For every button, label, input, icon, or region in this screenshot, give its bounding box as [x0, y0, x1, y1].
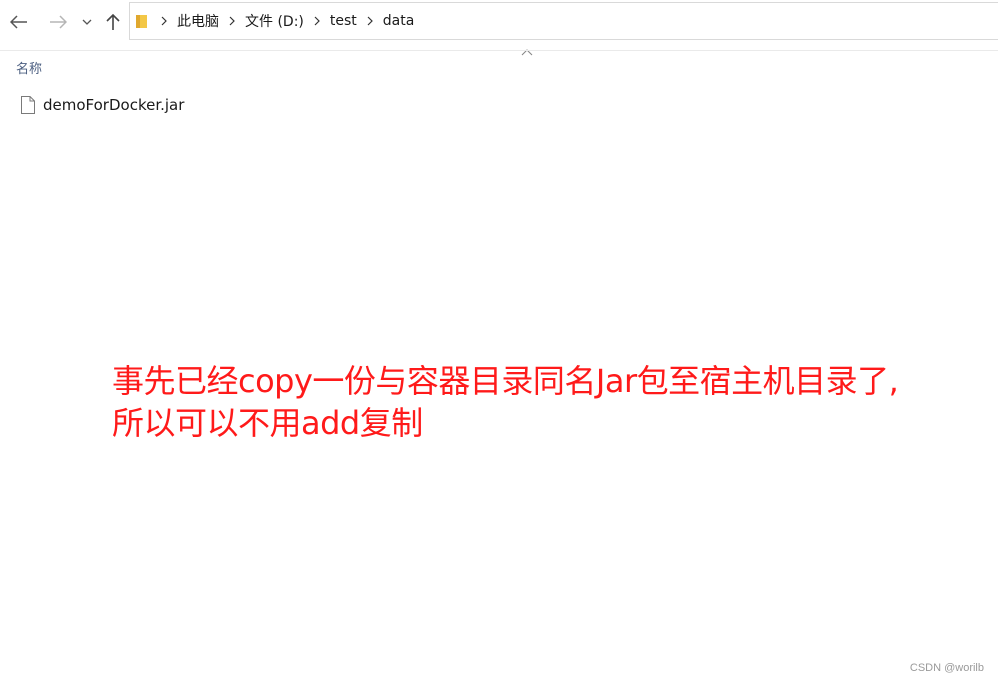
- column-header-name[interactable]: 名称: [16, 58, 42, 77]
- annotation-text: 事先已经copy一份与容器目录同名Jar包至宿主机目录了, 所以可以不用add复…: [112, 360, 972, 444]
- up-button[interactable]: [104, 10, 122, 34]
- chevron-right-icon[interactable]: [310, 16, 324, 26]
- back-button[interactable]: [8, 10, 30, 34]
- file-icon: [21, 96, 35, 114]
- annotation-line-1: 事先已经copy一份与容器目录同名Jar包至宿主机目录了,: [112, 362, 899, 400]
- chevron-right-icon[interactable]: [363, 16, 377, 26]
- file-item[interactable]: demoForDocker.jar: [16, 93, 184, 117]
- breadcrumb-this-pc[interactable]: 此电脑: [177, 11, 219, 31]
- forward-button[interactable]: [47, 10, 69, 34]
- recent-locations-button[interactable]: [80, 10, 94, 34]
- navigation-bar: 此电脑 文件 (D:) test data: [0, 0, 998, 44]
- chevron-down-icon: [82, 19, 92, 25]
- file-explorer-window: 此电脑 文件 (D:) test data 名称 demoForDocker.j…: [0, 0, 998, 682]
- annotation-line-2: 所以可以不用add复制: [112, 404, 423, 442]
- breadcrumb-drive-d[interactable]: 文件 (D:): [245, 11, 304, 31]
- folder-icon: [135, 13, 151, 29]
- chevron-right-icon[interactable]: [225, 16, 239, 26]
- column-divider: [0, 50, 998, 51]
- arrow-right-icon: [50, 15, 67, 29]
- chevron-right-icon[interactable]: [157, 16, 171, 26]
- address-bar[interactable]: 此电脑 文件 (D:) test data: [129, 2, 998, 40]
- arrow-left-icon: [10, 15, 27, 29]
- breadcrumb-test[interactable]: test: [330, 13, 357, 29]
- arrow-up-icon: [106, 13, 120, 30]
- watermark: CSDN @worilb: [909, 662, 984, 674]
- file-name: demoForDocker.jar: [43, 96, 185, 114]
- breadcrumb-data[interactable]: data: [383, 13, 415, 29]
